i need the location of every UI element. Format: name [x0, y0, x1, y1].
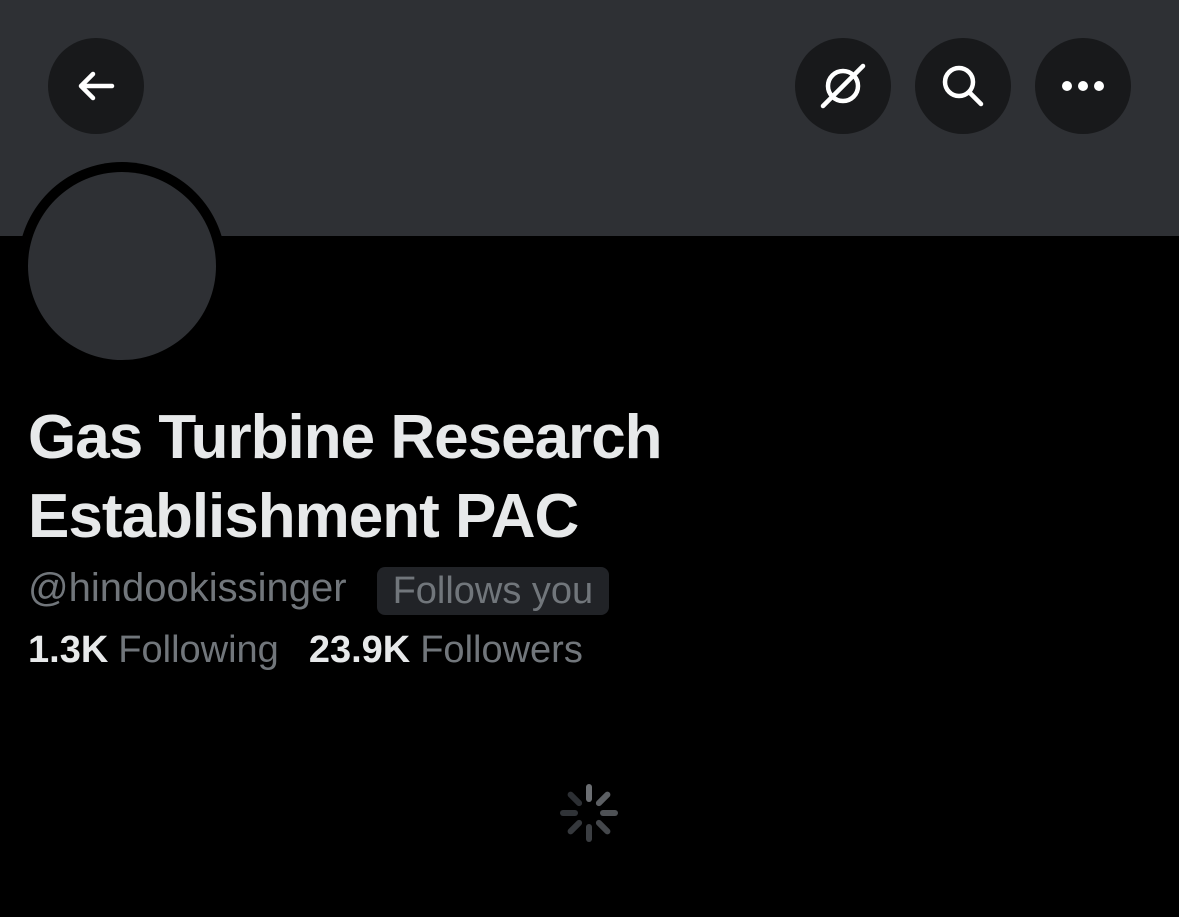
avatar[interactable] [28, 172, 216, 360]
following-link[interactable]: 1.3K Following [28, 626, 279, 674]
following-label: Following [118, 629, 279, 671]
profile-page: Gas Turbine Research Establishment PAC @h… [0, 0, 1179, 917]
search-button[interactable] [915, 38, 1011, 134]
search-icon [938, 61, 988, 111]
avatar-ring [18, 162, 226, 370]
follows-you-badge: Follows you [376, 567, 610, 615]
loading-spinner-icon [558, 782, 620, 844]
display-name-line2: Establishment PAC [28, 482, 579, 551]
followers-label: Followers [420, 629, 583, 671]
display-name: Gas Turbine Research Establishment PAC [28, 398, 788, 556]
eye-slash-icon [817, 60, 869, 112]
handle-row: @hindookissinger Follows you [28, 562, 610, 615]
display-name-line1: Gas Turbine Research [28, 403, 663, 472]
back-button[interactable] [48, 38, 144, 134]
hide-button[interactable] [795, 38, 891, 134]
followers-link[interactable]: 23.9K Followers [309, 626, 583, 674]
followers-count: 23.9K [308, 629, 411, 671]
stats-row: 1.3K Following 23.9K Followers [28, 626, 583, 674]
arrow-left-icon [74, 64, 118, 108]
handle: @hindookissinger [28, 566, 347, 610]
following-count: 1.3K [28, 629, 109, 671]
more-options-button[interactable] [1035, 38, 1131, 134]
more-horizontal-icon [1060, 79, 1106, 93]
